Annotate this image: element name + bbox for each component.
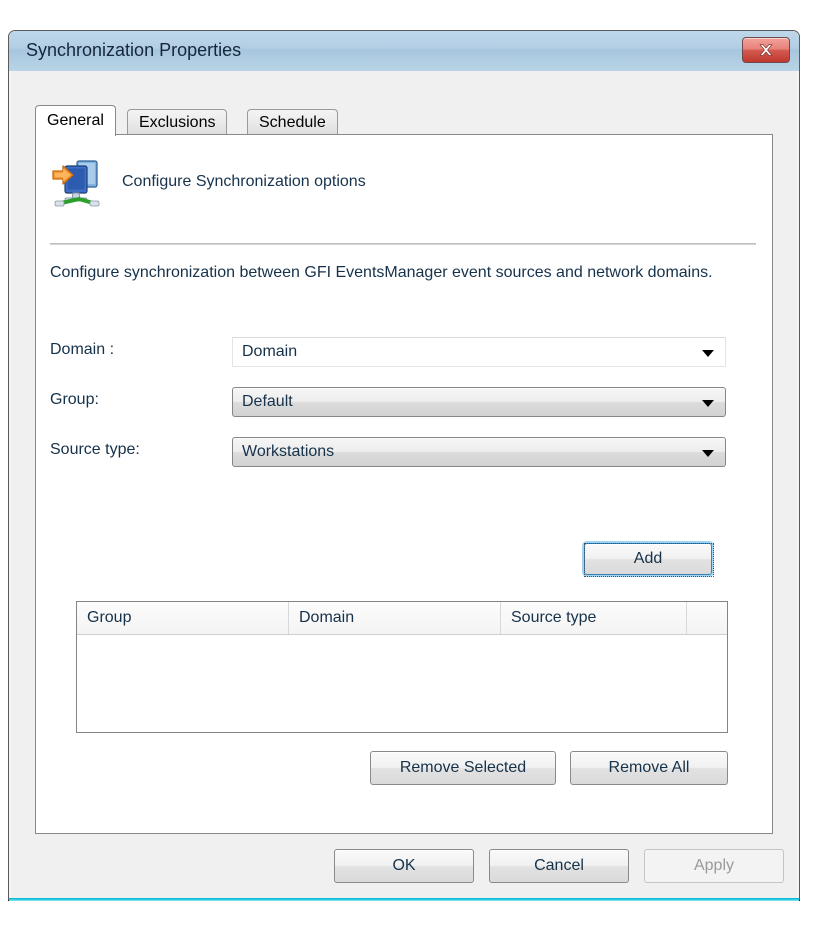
form-row-group: Group: Default [50, 387, 756, 417]
domain-label: Domain : [50, 341, 115, 358]
group-dropdown[interactable]: Default [232, 387, 726, 417]
header-divider [50, 243, 756, 245]
column-header-domain[interactable]: Domain [289, 602, 501, 634]
tab-schedule[interactable]: Schedule [247, 109, 338, 135]
cancel-button[interactable]: Cancel [489, 849, 629, 883]
group-value: Default [242, 393, 293, 410]
form-row-domain: Domain : Domain [50, 337, 756, 367]
table-header-row: Group Domain Source type [77, 602, 727, 635]
chevron-down-icon[interactable] [702, 400, 714, 407]
column-header-group[interactable]: Group [77, 602, 289, 634]
form-row-source-type: Source type: Workstations [50, 437, 756, 467]
domain-value: Domain [242, 343, 298, 360]
table-body[interactable] [77, 635, 727, 732]
title-bar[interactable]: Synchronization Properties [9, 31, 799, 71]
domain-combobox[interactable]: Domain [232, 337, 726, 367]
tab-exclusions[interactable]: Exclusions [127, 109, 228, 135]
tab-general[interactable]: General [35, 105, 116, 136]
source-type-value: Workstations [242, 443, 335, 460]
tab-panel-general: Configure Synchronization options Config… [35, 134, 773, 834]
close-icon [759, 44, 773, 56]
column-header-spacer[interactable] [687, 602, 727, 634]
chevron-down-icon[interactable] [702, 450, 714, 457]
sync-entries-table[interactable]: Group Domain Source type [76, 601, 728, 733]
dialog-footer: OK Cancel Apply [9, 849, 799, 899]
source-type-dropdown[interactable]: Workstations [232, 437, 726, 467]
chevron-down-icon[interactable] [702, 350, 714, 357]
ok-button[interactable]: OK [334, 849, 474, 883]
group-label: Group: [50, 391, 99, 408]
add-button[interactable]: Add [584, 543, 712, 575]
remove-selected-button[interactable]: Remove Selected [370, 751, 556, 785]
column-header-source-type[interactable]: Source type [501, 602, 687, 634]
remove-all-button[interactable]: Remove All [570, 751, 728, 785]
close-button[interactable] [742, 37, 790, 63]
tab-strip: General Exclusions Schedule [35, 105, 773, 136]
dialog-window: Synchronization Properties General Exclu… [8, 30, 800, 901]
apply-button: Apply [644, 849, 784, 883]
sync-computers-icon [49, 157, 105, 209]
source-type-label: Source type: [50, 441, 140, 458]
window-title: Synchronization Properties [26, 40, 242, 60]
panel-description: Configure synchronization between GFI Ev… [50, 264, 713, 281]
panel-caption: Configure Synchronization options [122, 173, 366, 190]
